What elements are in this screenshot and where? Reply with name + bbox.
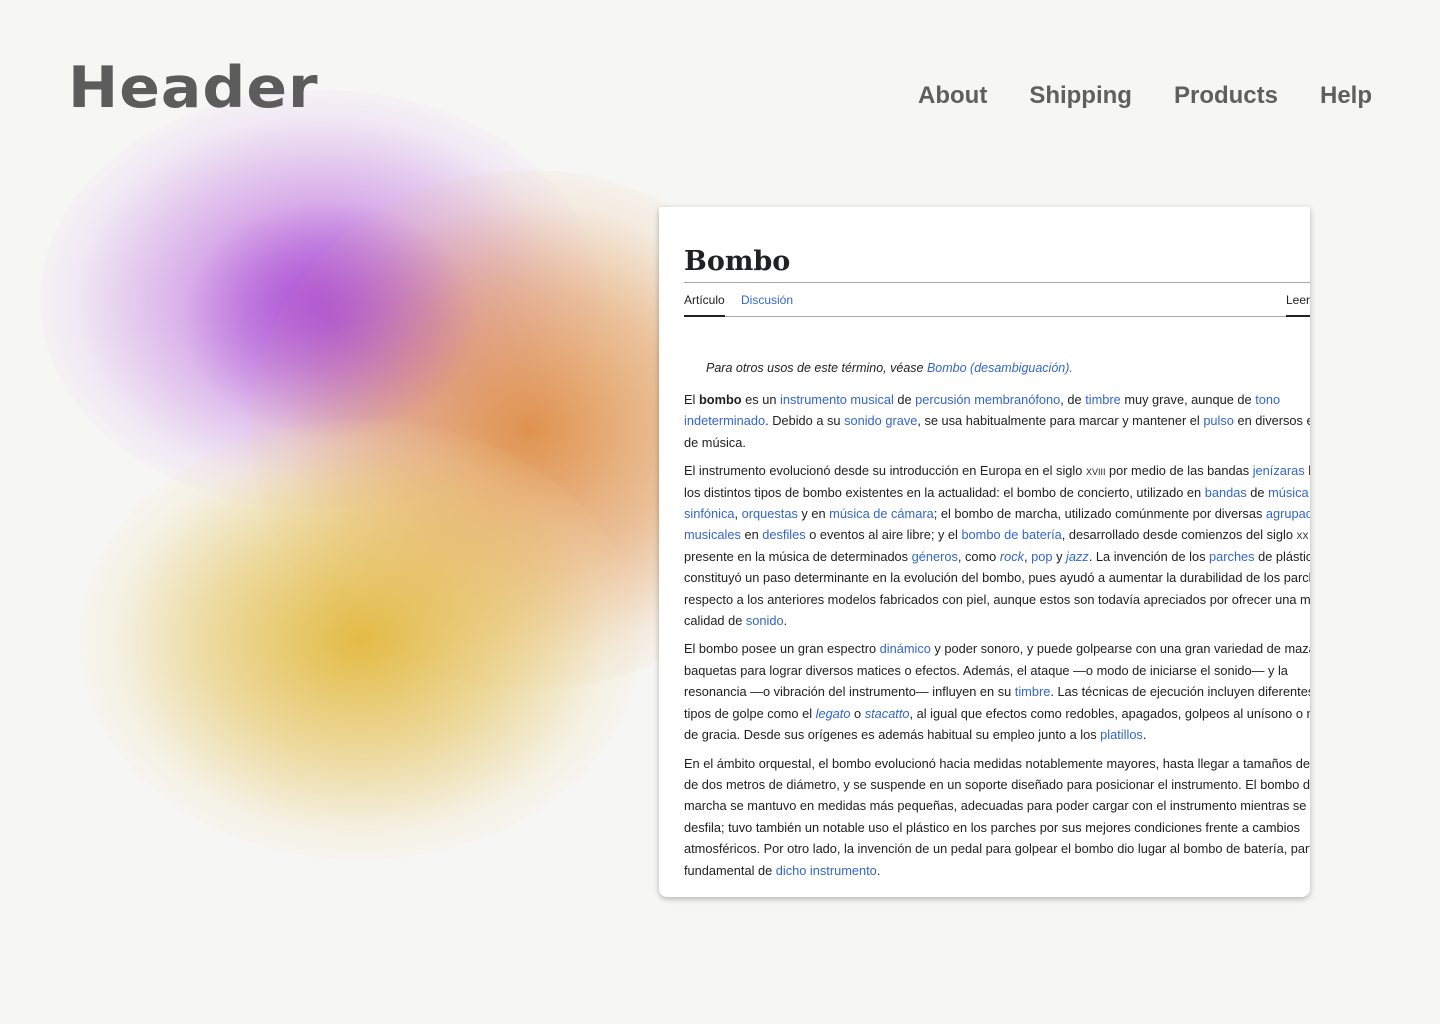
article-text: muy grave, aunque de bbox=[1120, 392, 1256, 407]
article-link[interactable]: jazz bbox=[1066, 549, 1089, 564]
article-link[interactable]: jenízaras bbox=[1253, 463, 1305, 478]
article-link[interactable]: pop bbox=[1031, 549, 1052, 564]
article-text: . bbox=[876, 862, 881, 878]
article-text: , de bbox=[1060, 392, 1086, 407]
article-link[interactable]: sonido grave bbox=[844, 413, 917, 428]
article-text: o bbox=[850, 705, 865, 721]
article-link[interactable]: parches bbox=[1209, 549, 1255, 564]
nav-about-link[interactable]: About bbox=[918, 80, 987, 112]
article-link[interactable]: música de cámara bbox=[829, 506, 934, 521]
tab-article[interactable]: Artículo bbox=[684, 292, 725, 317]
gradient-blob-yellow bbox=[80, 420, 640, 860]
article-text: xviii bbox=[1085, 463, 1106, 479]
article-text: El instrumento evolucionó desde su intro… bbox=[684, 463, 1086, 479]
article-text: en bbox=[740, 527, 763, 543]
main-nav: About Shipping Products Help bbox=[918, 80, 1372, 112]
gradient-blob-purple bbox=[40, 90, 600, 510]
article-link[interactable]: dicho instrumento bbox=[776, 863, 877, 878]
article-text: En el ámbito orquestal, el bombo evoluci… bbox=[684, 755, 1310, 878]
nav-products-link[interactable]: Products bbox=[1174, 80, 1278, 112]
article-text: y en bbox=[797, 506, 830, 522]
article-text: . bbox=[783, 613, 788, 629]
article-text: y bbox=[1052, 548, 1067, 564]
article-text: es un bbox=[741, 392, 781, 407]
article-link[interactable]: sonido bbox=[746, 613, 784, 628]
article-text: , bbox=[734, 506, 742, 522]
article-link[interactable]: platillos bbox=[1100, 727, 1143, 742]
article-text: , como bbox=[957, 548, 1000, 564]
article-text: El bbox=[684, 392, 699, 407]
article-title: Bombo bbox=[684, 243, 1310, 283]
article-text: por medio de las bandas bbox=[1105, 463, 1253, 479]
article-text: , se usa habitualmente para marcar y man… bbox=[917, 413, 1204, 429]
article-link[interactable]: legato bbox=[816, 706, 851, 721]
article-link[interactable]: géneros bbox=[912, 549, 958, 564]
bold-term: bombo bbox=[698, 392, 742, 407]
article-paragraph: El bombo posee un gran espectro dinámico… bbox=[684, 638, 1310, 745]
article-text: de bbox=[893, 392, 916, 407]
article-text: . La invención de los bbox=[1088, 548, 1210, 564]
article-paragraph: El bombo es un instrumento musical de pe… bbox=[684, 389, 1310, 453]
hatnote-link[interactable]: Bombo (desambiguación). bbox=[927, 361, 1073, 375]
hatnote: Para otros usos de este término, véase B… bbox=[706, 360, 1310, 377]
site-logo[interactable]: Header bbox=[68, 52, 319, 124]
article-link[interactable]: percusión membranófono bbox=[915, 392, 1060, 407]
article-link[interactable]: rock bbox=[1000, 549, 1024, 564]
article-text: . bbox=[1142, 727, 1147, 743]
article-link[interactable]: bombo de batería bbox=[961, 527, 1061, 542]
article-paragraph: El instrumento evolucionó desde su intro… bbox=[684, 460, 1310, 631]
article-text: . Debido a su bbox=[765, 413, 845, 429]
article-link[interactable]: bandas bbox=[1205, 485, 1247, 500]
nav-shipping-link[interactable]: Shipping bbox=[1029, 80, 1132, 112]
article-link[interactable]: desfiles bbox=[762, 527, 805, 542]
nav-help-link[interactable]: Help bbox=[1320, 80, 1372, 112]
article-text: xx bbox=[1296, 527, 1309, 543]
article-text: ; el bombo de marcha, utilizado comúnmen… bbox=[933, 506, 1266, 522]
gradient-blob-purple-core bbox=[180, 200, 480, 440]
tab-talk[interactable]: Discusión bbox=[741, 292, 793, 315]
tab-read[interactable]: Leer bbox=[1285, 292, 1310, 317]
article-link[interactable]: pulso bbox=[1203, 413, 1234, 428]
article-link[interactable]: dinámico bbox=[880, 641, 931, 656]
article-link[interactable]: timbre bbox=[1085, 392, 1121, 407]
article-text: o eventos al aire libre; y el bbox=[805, 527, 962, 543]
hatnote-text: Para otros usos de este término, véase bbox=[706, 361, 927, 375]
article-text: , desarrollado desde comienzos del siglo bbox=[1061, 527, 1297, 543]
article-text: El bombo posee un gran espectro bbox=[684, 641, 880, 657]
article-text: de bbox=[1246, 484, 1269, 500]
article-link[interactable]: timbre bbox=[1015, 684, 1051, 699]
article-preview-card: Bombo Artículo Discusión Leer Para otros… bbox=[659, 207, 1310, 897]
wiki-article: Bombo Artículo Discusión Leer Para otros… bbox=[684, 207, 1310, 881]
article-link[interactable]: orquestas bbox=[742, 506, 798, 521]
article-paragraph: En el ámbito orquestal, el bombo evoluci… bbox=[684, 753, 1310, 881]
article-tabs: Artículo Discusión Leer bbox=[684, 283, 1310, 317]
article-link[interactable]: stacatto bbox=[865, 706, 910, 721]
article-link[interactable]: instrumento musical bbox=[780, 392, 894, 407]
